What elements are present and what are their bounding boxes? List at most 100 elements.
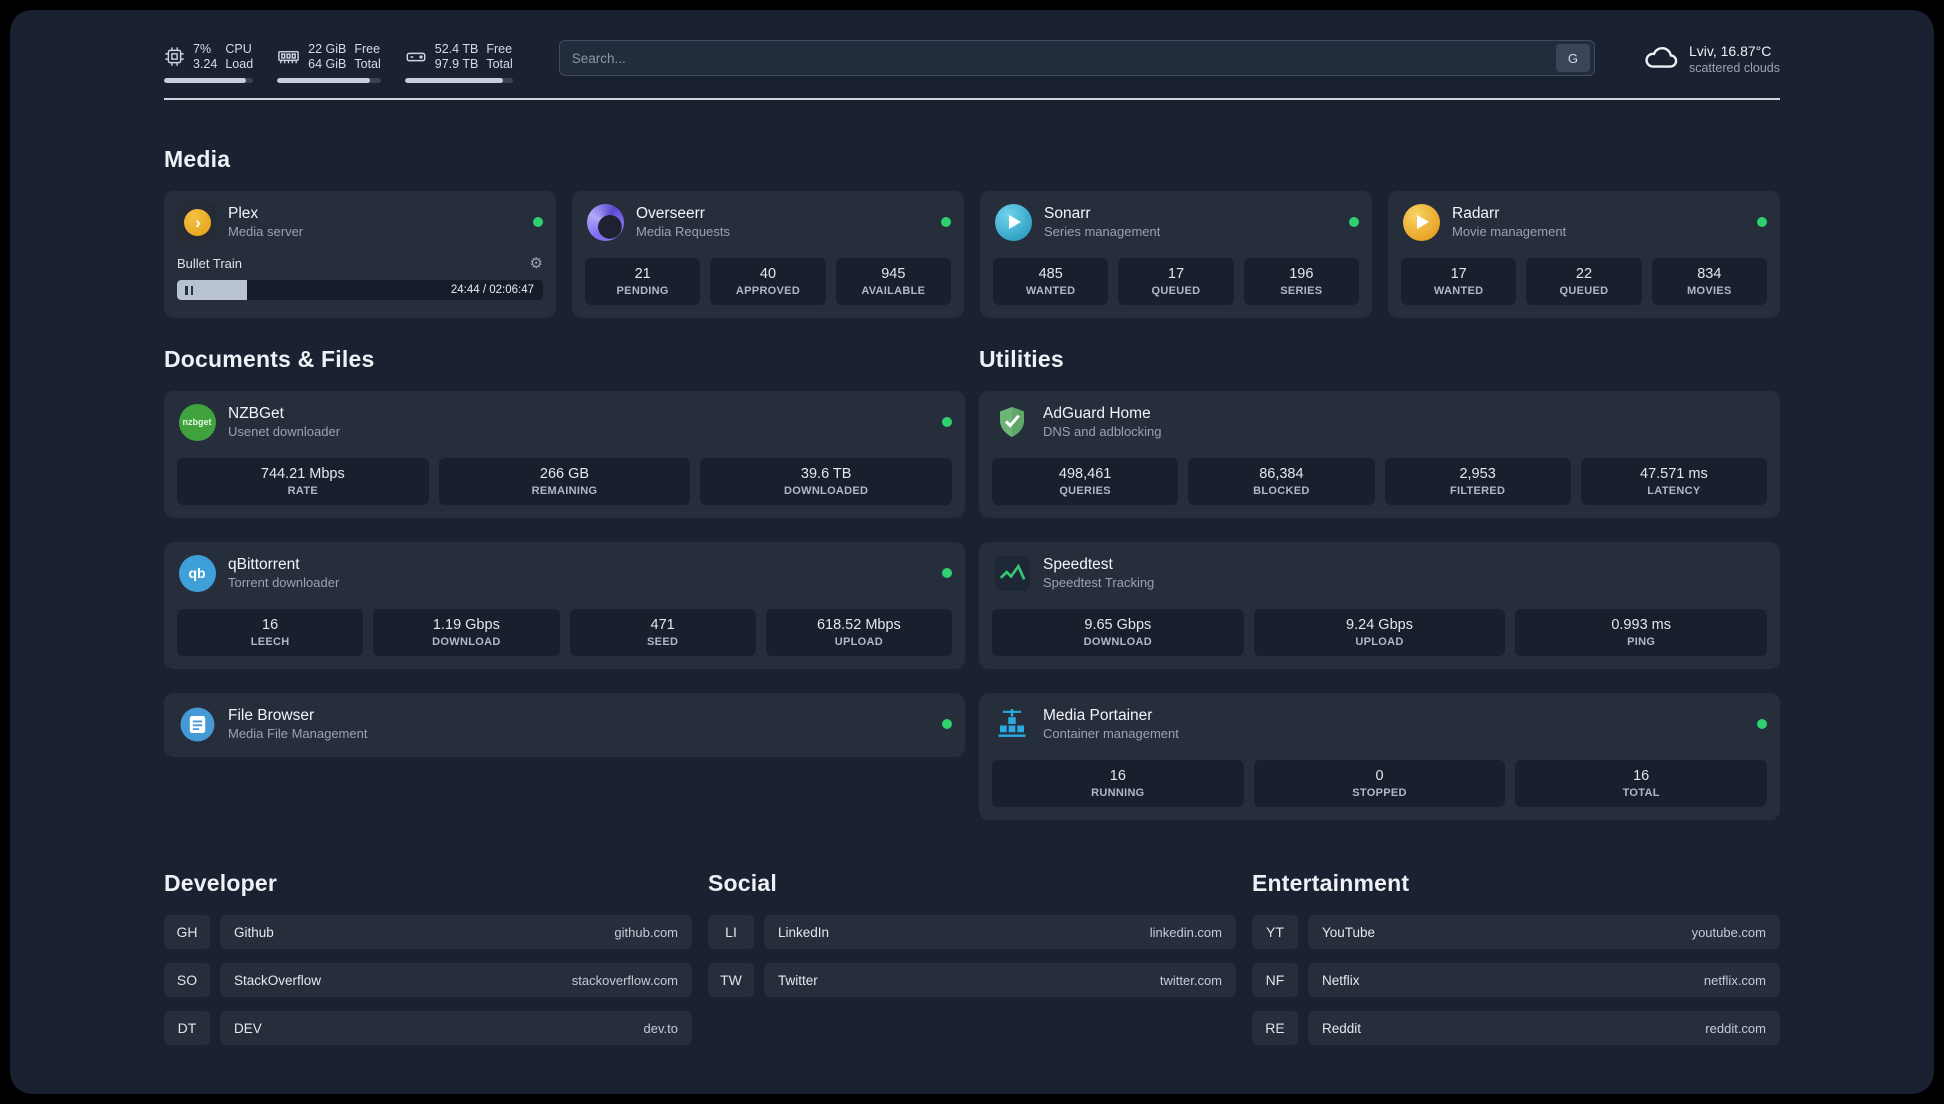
pause-icon[interactable] [185, 285, 193, 295]
bookmark-row-linkedin: LI LinkedIn linkedin.com [708, 915, 1236, 949]
bookmark-row-youtube: YT YouTube youtube.com [1252, 915, 1780, 949]
memory-widget: 22 GiB 64 GiB Free Total [277, 42, 381, 83]
bookmark-abbr[interactable]: GH [164, 915, 210, 949]
bookmark-abbr[interactable]: LI [708, 915, 754, 949]
filebrowser-status-dot [942, 719, 952, 729]
memory-total-value: 64 GiB [308, 56, 347, 71]
stat-tile: 744.21 Mbps RATE [177, 458, 429, 505]
stat-tile: 266 GB REMAINING [438, 458, 691, 505]
disk-icon [405, 46, 427, 68]
plex-name: Plex [228, 205, 259, 222]
cpu-icon [164, 46, 185, 67]
bookmark-abbr[interactable]: DT [164, 1011, 210, 1045]
disk-usage-bar-fill [404, 77, 504, 83]
documents-section: Documents & Files nzbget NZBGet Usenet d… [164, 346, 965, 820]
bookmark-link-github[interactable]: Github github.com [220, 915, 692, 949]
weather-location: Lviv, 16.87°C [1688, 43, 1772, 59]
bookmarks-developer: Developer GH Github github.com SO StackO… [164, 870, 692, 1045]
nzbget-status-dot [942, 417, 952, 427]
search-bar[interactable]: G [558, 40, 1595, 76]
bookmarks-entertainment: Entertainment YT YouTube youtube.com NF … [1252, 870, 1780, 1045]
plex-now-playing: Bullet Train [177, 255, 243, 271]
radarr-name: Radarr [1452, 205, 1500, 222]
overseerr-icon [585, 202, 625, 242]
bookmark-abbr[interactable]: NF [1252, 963, 1298, 997]
memory-icon [277, 45, 300, 68]
overseerr-card[interactable]: Overseerr Media Requests 21 PENDING 40 A… [572, 191, 964, 318]
media-section: Media › Plex Media server Bullet Train ⚙ [164, 146, 1780, 318]
stat-tile: 1.19 Gbps DOWNLOAD [373, 609, 560, 656]
radarr-card[interactable]: Radarr Movie management 17 WANTED 22 QUE… [1388, 191, 1780, 318]
utilities-section: Utilities AdGuard Home DNS and adblockin… [979, 346, 1780, 820]
stat-tile: 86,384 BLOCKED [1188, 458, 1375, 505]
radarr-icon [1401, 202, 1441, 242]
sonarr-desc: Series management [1044, 224, 1161, 239]
sonarr-name: Sonarr [1044, 205, 1091, 222]
stat-tile: 16 LEECH [177, 609, 364, 656]
qbittorrent-icon: qb [177, 553, 217, 593]
memory-free-value: 22 GiB [308, 41, 347, 56]
gear-icon[interactable]: ⚙ [530, 254, 543, 272]
memory-usage-bar [277, 77, 381, 83]
cpu-widget: 7% 3.24 CPU Load [164, 41, 254, 83]
bookmark-link-linkedin[interactable]: LinkedIn linkedin.com [764, 915, 1236, 949]
speedtest-card[interactable]: Speedtest Speedtest Tracking 9.65 Gbps D… [979, 542, 1780, 669]
weather-condition: scattered clouds [1688, 61, 1780, 75]
bookmark-row-github: GH Github github.com [164, 915, 692, 949]
qbittorrent-card[interactable]: qb qBittorrent Torrent downloader 16 LEE… [164, 542, 965, 669]
bookmark-link-netflix[interactable]: Netflix netflix.com [1308, 963, 1780, 997]
developer-section-title: Developer [164, 870, 278, 896]
stat-tile: 47.571 ms LATENCY [1580, 458, 1767, 505]
plex-card[interactable]: › Plex Media server Bullet Train ⚙ 24:44… [164, 191, 556, 318]
adguard-card[interactable]: AdGuard Home DNS and adblocking 498,461 … [979, 391, 1780, 518]
stat-tile: 485 WANTED [993, 258, 1109, 305]
nzbget-card[interactable]: nzbget NZBGet Usenet downloader 744.21 M… [164, 391, 965, 518]
bookmark-abbr[interactable]: TW [708, 963, 754, 997]
stat-tile: 0.993 ms PING [1515, 609, 1768, 656]
cpu-label-2: Load [225, 56, 254, 71]
filebrowser-desc: Media File Management [228, 726, 368, 741]
speedtest-name: Speedtest [1043, 556, 1113, 573]
stat-tile: 9.24 Gbps UPLOAD [1253, 609, 1506, 656]
portainer-card[interactable]: Media Portainer Container management 16 … [979, 693, 1780, 820]
filebrowser-card[interactable]: File Browser Media File Management [164, 693, 965, 757]
social-section-title: Social [708, 870, 777, 896]
bookmark-abbr[interactable]: RE [1252, 1011, 1298, 1045]
stat-tile: 618.52 Mbps UPLOAD [765, 609, 952, 656]
stat-tile: 471 SEED [569, 609, 756, 656]
bookmark-link-reddit[interactable]: Reddit reddit.com [1308, 1011, 1780, 1045]
plex-progress-fill [177, 280, 247, 300]
disk-usage-bar [404, 77, 513, 83]
portainer-desc: Container management [1043, 726, 1179, 741]
bookmarks-social: Social LI LinkedIn linkedin.com TW Twitt… [708, 870, 1236, 1045]
stat-tile: 22 QUEUED [1526, 258, 1642, 305]
qbittorrent-status-dot [942, 568, 952, 578]
speedtest-icon [992, 553, 1032, 593]
nzbget-name: NZBGet [228, 405, 284, 422]
bookmark-abbr[interactable]: SO [164, 963, 210, 997]
bookmark-row-dev: DT DEV dev.to [164, 1011, 692, 1045]
documents-section-title: Documents & Files [164, 346, 375, 372]
stat-tile: 39.6 TB DOWNLOADED [700, 458, 953, 505]
plex-progress-bar[interactable]: 24:44 / 02:06:47 [177, 280, 543, 300]
plex-status-dot [533, 217, 543, 227]
speedtest-desc: Speedtest Tracking [1043, 575, 1155, 590]
dashboard-panel: 7% 3.24 CPU Load 22 GiB 64 GiB Free Tota… [10, 10, 1934, 1094]
bookmark-link-youtube[interactable]: YouTube youtube.com [1308, 915, 1780, 949]
cpu-percent: 7% [193, 41, 212, 56]
bookmark-link-dev[interactable]: DEV dev.to [220, 1011, 692, 1045]
bookmark-link-stackoverflow[interactable]: StackOverflow stackoverflow.com [220, 963, 692, 997]
adguard-name: AdGuard Home [1043, 405, 1151, 422]
bookmark-link-twitter[interactable]: Twitter twitter.com [764, 963, 1236, 997]
bookmark-abbr[interactable]: YT [1252, 915, 1298, 949]
sonarr-card[interactable]: Sonarr Series management 485 WANTED 17 Q… [980, 191, 1372, 318]
overseerr-desc: Media Requests [636, 224, 730, 239]
portainer-icon [992, 704, 1032, 744]
stat-tile: 16 RUNNING [992, 760, 1244, 807]
search-provider-button[interactable]: G [1555, 44, 1590, 72]
disk-widget: 52.4 TB 97.9 TB Free Total [404, 42, 513, 83]
stat-tile: 17 WANTED [1401, 258, 1517, 305]
stat-tile: 0 STOPPED [1253, 760, 1506, 807]
search-input[interactable] [571, 50, 1556, 66]
cpu-usage-bar-fill [164, 77, 247, 83]
